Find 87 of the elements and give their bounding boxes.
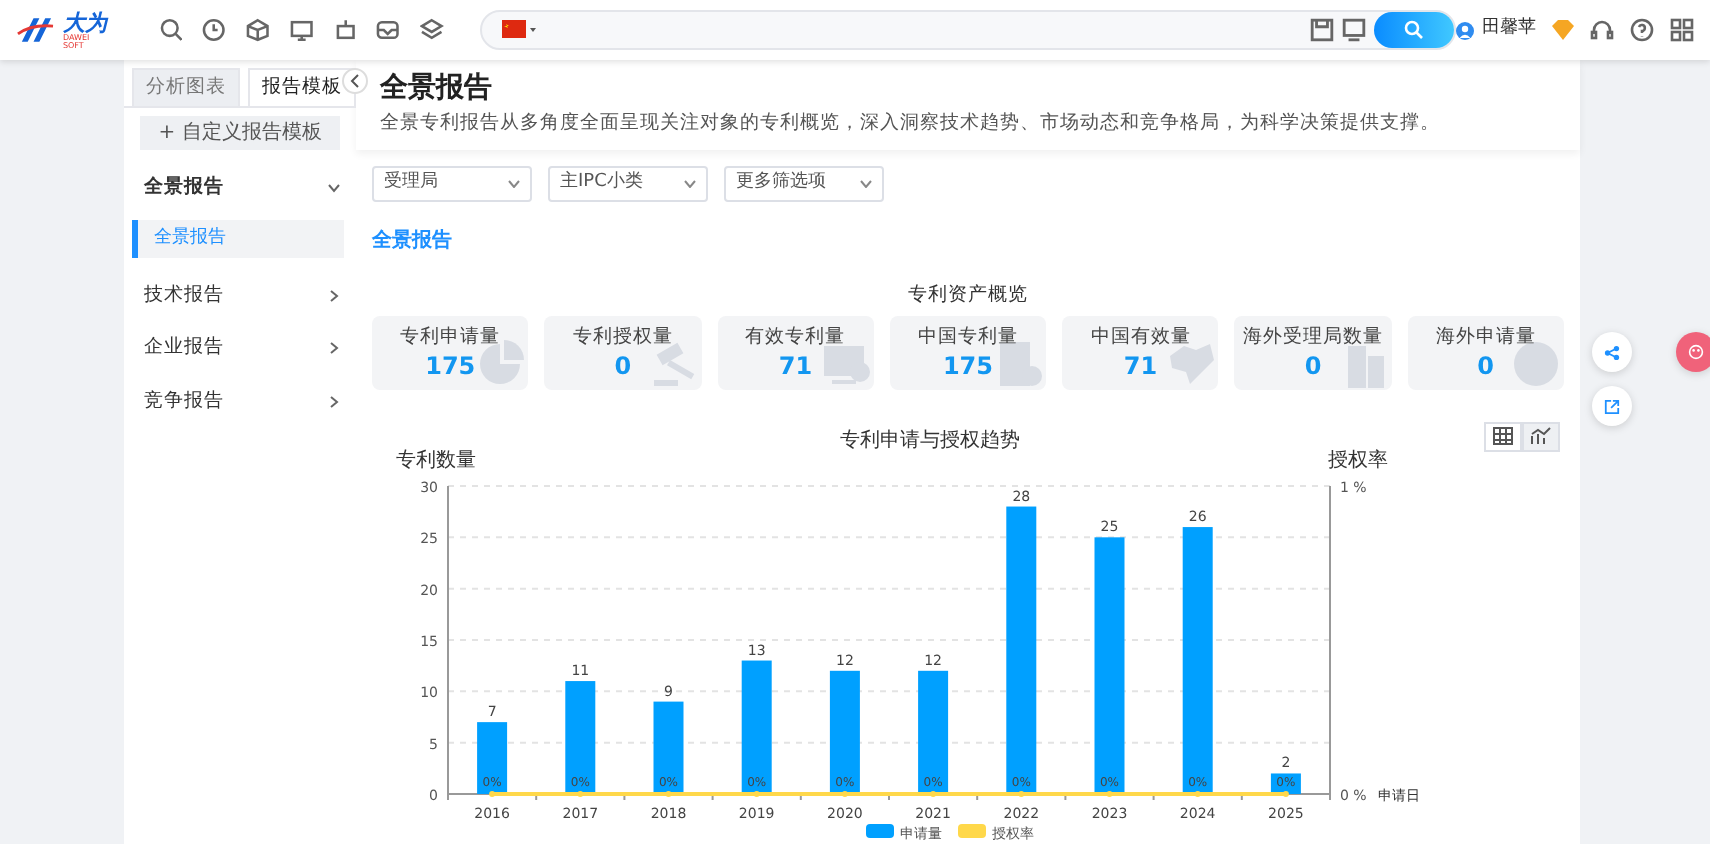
section-title: 全景报告 xyxy=(372,227,454,256)
share-button[interactable] xyxy=(1592,332,1632,372)
flag-icon[interactable] xyxy=(501,20,538,40)
view-toggle-button[interactable] xyxy=(1484,422,1522,452)
search-button[interactable] xyxy=(1374,12,1455,48)
chevron-down-icon xyxy=(860,180,872,188)
line-point xyxy=(577,791,584,797)
layers-icon[interactable] xyxy=(420,18,444,42)
headset-icon[interactable] xyxy=(1590,18,1615,42)
share-icon xyxy=(1604,343,1620,361)
logo-icon xyxy=(16,16,55,44)
view-toggle-button[interactable] xyxy=(1522,422,1560,452)
nav-group[interactable]: 企业报告 xyxy=(124,326,356,371)
chevron-down-icon xyxy=(684,180,696,188)
stat-label: 海外申请量 xyxy=(1435,324,1536,353)
chevron-down-icon xyxy=(508,180,520,188)
axis-title: 专利数量 xyxy=(396,450,476,472)
export-icon xyxy=(1604,397,1620,415)
line-point xyxy=(1282,791,1289,797)
chevron-down-icon xyxy=(328,182,340,195)
assistant-button[interactable] xyxy=(1676,332,1710,372)
line-point xyxy=(1106,791,1113,797)
tab[interactable]: 报告模板 xyxy=(248,68,356,107)
help-icon[interactable] xyxy=(1630,18,1655,42)
stat-value: 71 xyxy=(778,352,813,382)
stat-value: 0 xyxy=(614,352,632,382)
line-point xyxy=(1194,791,1201,797)
filter-dropdown[interactable]: 更多筛选项 xyxy=(724,166,884,202)
line-point xyxy=(841,791,848,797)
line-point xyxy=(753,791,760,797)
search-field[interactable] xyxy=(479,10,1457,50)
filter-dropdown[interactable]: 主IPC小类 xyxy=(548,166,708,202)
chart-icon xyxy=(1530,426,1552,447)
add-template-button[interactable]: + 自定义报告模板 xyxy=(140,116,340,151)
page-description: 全景专利报告从多角度全面呈现关注对象的专利概览，深入洞察技术趋势、市场动态和竞争格局，为科学决策提供支撑。 xyxy=(380,110,1442,138)
table-icon xyxy=(1492,426,1514,447)
stat-value: 0 xyxy=(1304,352,1322,382)
stat-value: 175 xyxy=(425,352,476,382)
chart-title: 专利申请与授权趋势 xyxy=(840,430,1020,452)
axis-title: 授权率 xyxy=(1328,450,1388,472)
line-point xyxy=(1018,791,1025,797)
save-icon[interactable] xyxy=(1310,18,1335,42)
tab[interactable]: 分析图表 xyxy=(132,68,240,107)
bar xyxy=(741,660,772,794)
line-point xyxy=(930,791,937,797)
stat-label: 专利授权量 xyxy=(572,324,673,353)
user-avatar-icon xyxy=(1456,21,1475,39)
nav-group[interactable]: 竞争报告 xyxy=(124,379,356,424)
overview-title: 专利资产概览 xyxy=(906,281,1030,310)
page-title: 全景报告 xyxy=(380,70,494,108)
bar xyxy=(565,681,596,794)
user-name[interactable]: 田馨苹 xyxy=(1482,16,1537,44)
export-button[interactable] xyxy=(1592,386,1632,426)
stat-label: 专利申请量 xyxy=(400,324,501,353)
bar xyxy=(918,670,949,794)
logo-text: 大为 xyxy=(62,11,111,33)
stat-label: 中国专利量 xyxy=(917,324,1018,353)
chevron-right-icon xyxy=(328,290,340,303)
bar xyxy=(1270,773,1301,794)
face-icon xyxy=(1688,342,1704,362)
stat-label: 海外受理局数量 xyxy=(1243,324,1384,353)
monitor-icon[interactable] xyxy=(289,18,314,42)
legend-swatch xyxy=(866,824,894,838)
bar xyxy=(829,670,860,794)
stat-label: 中国有效量 xyxy=(1090,324,1191,353)
line-point xyxy=(489,791,496,797)
filter-dropdown[interactable]: 受理局 xyxy=(372,166,532,202)
stat-value: 71 xyxy=(1123,352,1158,382)
search-icon[interactable] xyxy=(159,18,183,42)
bar xyxy=(477,722,508,794)
grid-icon[interactable] xyxy=(1670,18,1695,42)
legend-swatch xyxy=(958,824,986,838)
screen-icon[interactable] xyxy=(1342,18,1367,42)
stat-value: 0 xyxy=(1477,352,1494,382)
chevron-left-icon xyxy=(350,74,360,88)
nav-group[interactable]: 技术报告 xyxy=(124,274,356,319)
line-point xyxy=(665,791,672,797)
chevron-right-icon xyxy=(328,342,340,355)
inbox-icon[interactable] xyxy=(376,18,400,42)
clock-icon[interactable] xyxy=(202,18,227,42)
bar xyxy=(653,701,684,794)
search-icon xyxy=(1404,20,1425,40)
nav-group[interactable]: 全景报告 xyxy=(124,166,356,211)
chevron-right-icon xyxy=(328,395,340,408)
cube-icon[interactable] xyxy=(246,18,270,42)
stat-label: 有效专利量 xyxy=(745,324,846,353)
stat-value: 175 xyxy=(942,352,994,382)
